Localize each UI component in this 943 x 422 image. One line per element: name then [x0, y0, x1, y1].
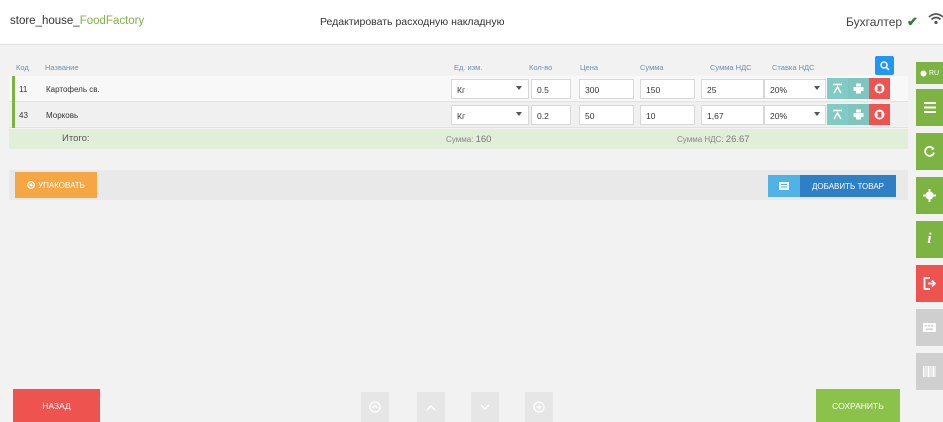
- keyboard-button[interactable]: [916, 309, 943, 346]
- settings-button[interactable]: [916, 177, 943, 214]
- total-sum-label: Сумма:: [446, 135, 474, 144]
- row-code: 43: [19, 111, 28, 120]
- menu-button[interactable]: [916, 89, 943, 126]
- chevron-down-icon: [814, 86, 820, 90]
- delete-button[interactable]: [869, 104, 890, 125]
- col-unit[interactable]: Ед. изм.: [454, 63, 482, 72]
- logout-icon: [923, 277, 936, 290]
- table-row[interactable]: 11 Картофель св. Кг 0.5 300 150 25 20%: [9, 76, 908, 102]
- total-vat: Сумма НДС: 26.67: [677, 134, 750, 145]
- totals-label: Итого:: [62, 133, 90, 144]
- price-input[interactable]: 50: [579, 105, 634, 125]
- sum-input[interactable]: 150: [640, 79, 695, 99]
- list-icon: [779, 182, 789, 190]
- table-header: Код Название Ед. изм. Кол-во Цена Сумма …: [9, 52, 908, 76]
- info-icon: i: [927, 231, 932, 247]
- user-role[interactable]: Бухгалтер: [846, 15, 902, 29]
- barcode-icon: [923, 366, 936, 377]
- col-vat-rate[interactable]: Ставка НДС: [772, 63, 815, 72]
- chevron-up-icon: [426, 404, 436, 411]
- scroll-bottom-button[interactable]: [525, 392, 553, 422]
- actions-bar: УПАКОВАТЬ ДОБАВИТЬ ТОВАР: [9, 170, 908, 200]
- chevron-down-icon: [480, 403, 490, 410]
- table-row[interactable]: 43 Морковь Кг 0.2 50 10 1,67 20%: [9, 102, 908, 128]
- col-vat-sum[interactable]: Сумма НДС: [710, 63, 752, 72]
- clear-icon: [833, 83, 842, 94]
- qty-input[interactable]: 0.5: [531, 79, 571, 99]
- col-price[interactable]: Цена: [580, 63, 598, 72]
- double-up-icon: [369, 401, 381, 413]
- row-indicator: [12, 102, 15, 128]
- col-sum[interactable]: Сумма: [640, 63, 664, 72]
- main-panel: Код Название Ед. изм. Кол-во Цена Сумма …: [9, 52, 908, 422]
- globe-icon: [920, 70, 927, 76]
- col-name[interactable]: Название: [45, 63, 79, 72]
- vat-sum-input[interactable]: 1,67: [701, 105, 764, 125]
- search-button[interactable]: [875, 56, 894, 75]
- page-title: Редактировать расходную накладную: [320, 16, 505, 28]
- total-sum: Сумма: 160: [446, 134, 491, 145]
- brand-prefix: store_house_: [10, 15, 80, 27]
- catalog-button[interactable]: [768, 175, 800, 197]
- totals-row: Итого: Сумма: 160 Сумма НДС: 26.67: [9, 129, 908, 149]
- clear-button[interactable]: [827, 104, 848, 125]
- box-icon: [27, 181, 35, 189]
- scroll-top-button[interactable]: [361, 392, 389, 422]
- trash-icon: [874, 83, 885, 94]
- vat-sum-input[interactable]: 25: [701, 79, 764, 99]
- language-label: RU: [929, 69, 940, 77]
- add-item-button[interactable]: ДОБАВИТЬ ТОВАР: [800, 175, 896, 197]
- pack-label: УПАКОВАТЬ: [38, 180, 85, 190]
- chevron-down-icon: [814, 112, 820, 116]
- vat-rate-value: 20%: [770, 85, 788, 95]
- refresh-button[interactable]: [916, 133, 943, 170]
- search-icon: [879, 60, 890, 71]
- brand: store_house_FoodFactory: [10, 15, 144, 27]
- printer-icon: [853, 109, 864, 120]
- total-sum-value: 160: [475, 134, 492, 145]
- wifi-icon: [928, 13, 943, 25]
- vat-rate-value: 20%: [770, 111, 788, 121]
- refresh-icon: [924, 145, 935, 157]
- keyboard-icon: [923, 323, 936, 332]
- save-button[interactable]: СОХРАНИТЬ: [816, 389, 900, 422]
- row-indicator: [12, 76, 15, 102]
- sum-input[interactable]: 10: [640, 105, 695, 125]
- back-button[interactable]: НАЗАД: [13, 389, 100, 422]
- print-button[interactable]: [848, 78, 869, 99]
- delete-button[interactable]: [869, 78, 890, 99]
- scroll-down-button[interactable]: [471, 392, 499, 422]
- unit-value: Кг: [457, 85, 466, 95]
- info-button[interactable]: i: [916, 221, 943, 258]
- brand-accent: FoodFactory: [79, 15, 145, 27]
- double-down-icon: [533, 401, 545, 413]
- col-code[interactable]: Код: [16, 63, 29, 72]
- row-code: 11: [19, 85, 28, 94]
- print-button[interactable]: [848, 104, 869, 125]
- gear-icon: [923, 189, 936, 202]
- total-vat-label: Сумма НДС:: [677, 135, 724, 144]
- unit-value: Кг: [457, 111, 466, 121]
- row-name: Морковь: [46, 111, 79, 120]
- clear-icon: [833, 109, 842, 120]
- printer-icon: [853, 83, 864, 94]
- col-qty[interactable]: Кол-во: [529, 63, 552, 72]
- chevron-down-icon: [516, 112, 522, 116]
- chevron-down-icon: [516, 86, 522, 90]
- header: store_house_FoodFactory Редактировать ра…: [0, 0, 943, 45]
- menu-icon: [923, 102, 936, 113]
- row-name: Картофель св.: [46, 85, 100, 94]
- total-vat-value: 26.67: [725, 134, 750, 145]
- app-window: store_house_FoodFactory Редактировать ра…: [0, 0, 943, 422]
- scroll-up-button[interactable]: [417, 392, 445, 422]
- pack-button[interactable]: УПАКОВАТЬ: [15, 172, 97, 198]
- trash-icon: [874, 109, 885, 120]
- check-icon: ✔: [907, 14, 918, 29]
- barcode-button[interactable]: [916, 353, 943, 390]
- clear-button[interactable]: [827, 78, 848, 99]
- qty-input[interactable]: 0.2: [531, 105, 571, 125]
- language-button[interactable]: RU: [916, 62, 943, 84]
- logout-button[interactable]: [916, 265, 943, 302]
- price-input[interactable]: 300: [579, 79, 634, 99]
